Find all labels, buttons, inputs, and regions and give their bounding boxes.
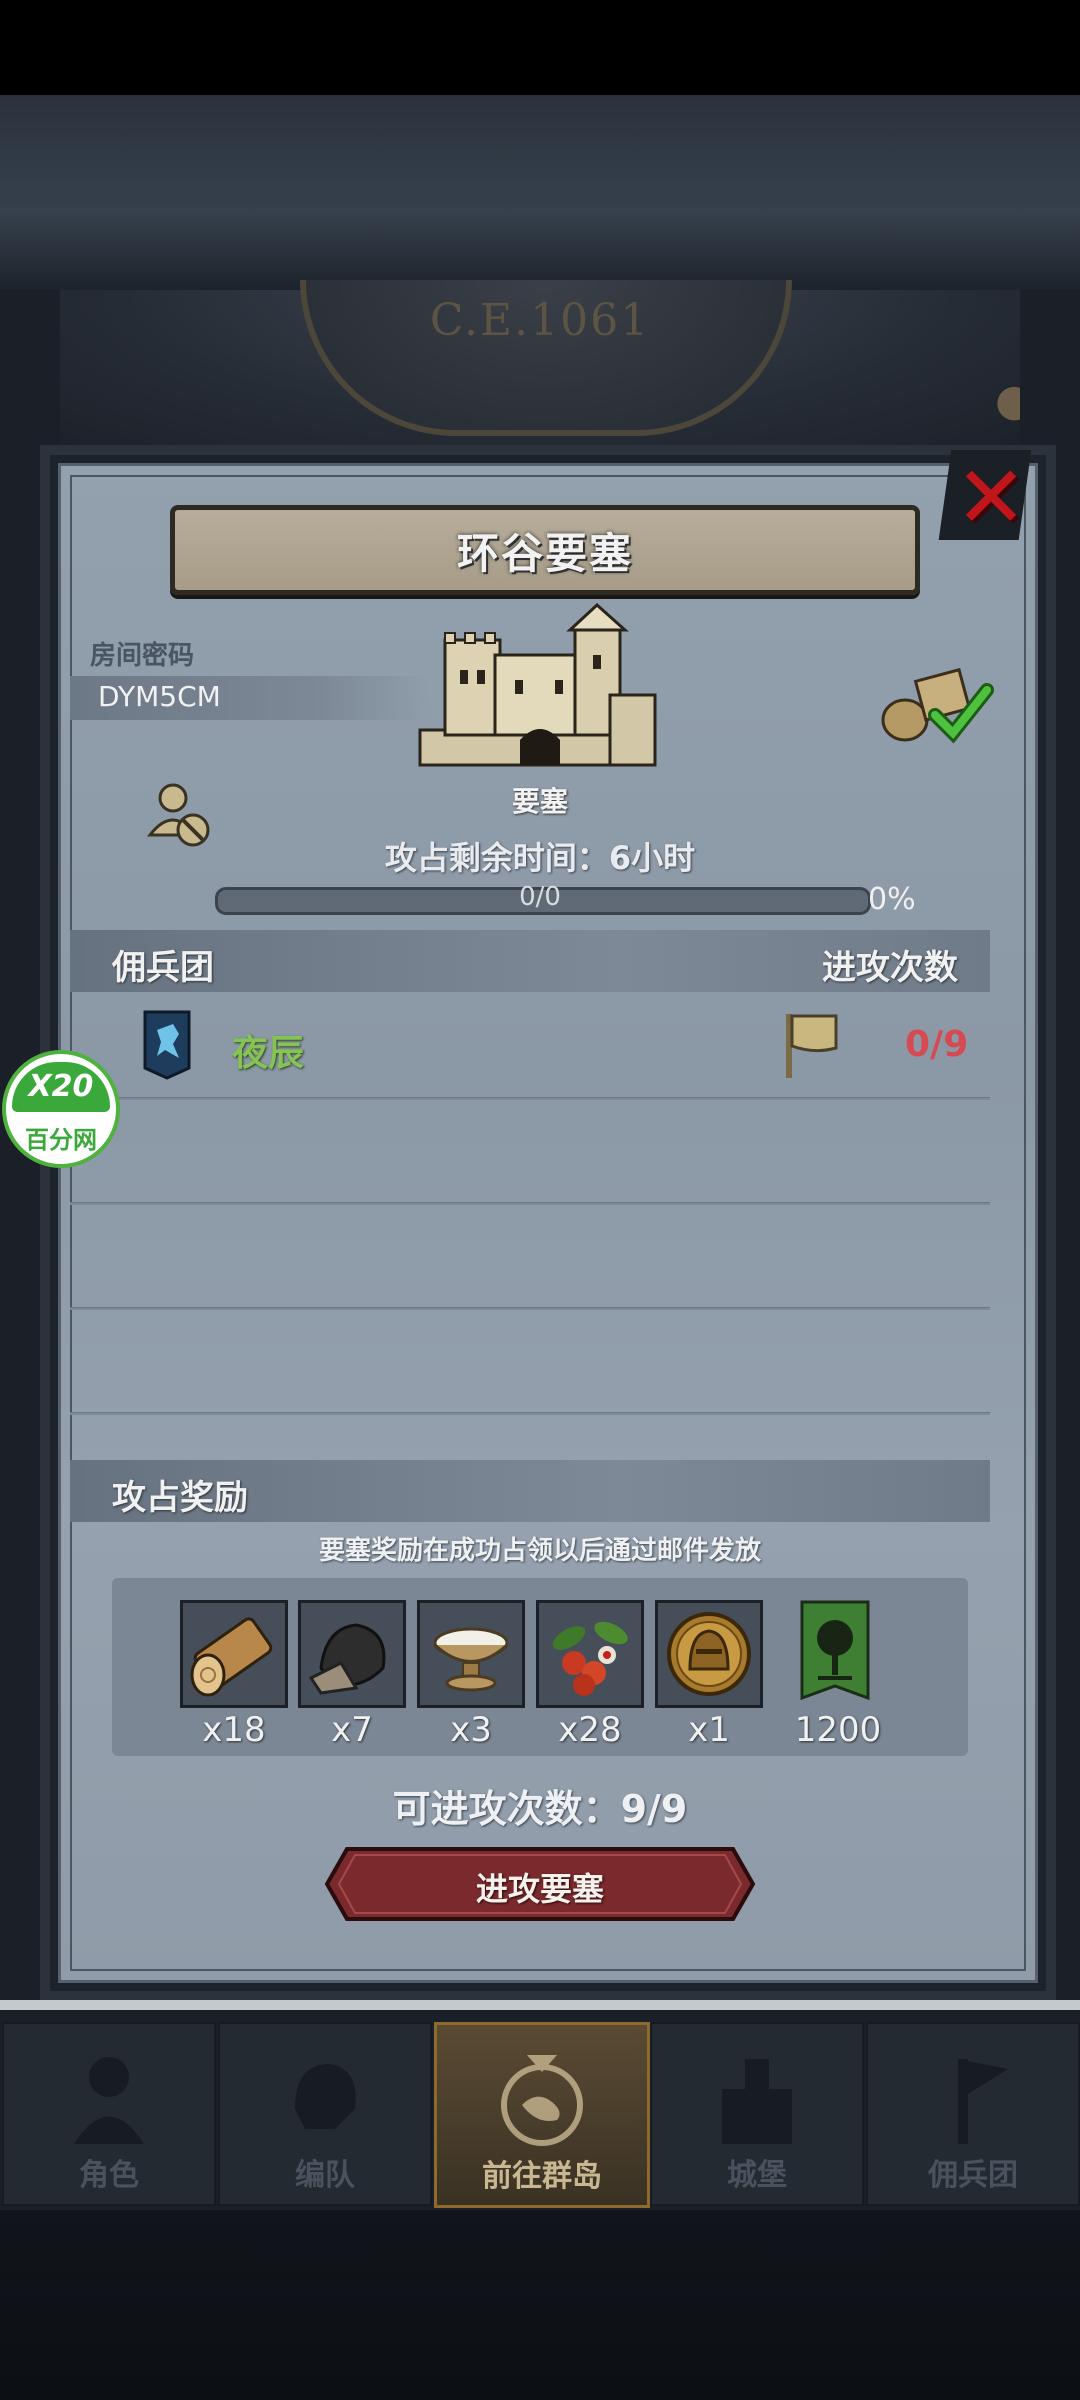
remaining-time: 攻占剩余时间：6小时: [384, 839, 696, 877]
reward-slot-helmet-coin[interactable]: [655, 1600, 763, 1708]
reward-qty: x1: [688, 1710, 730, 1750]
row-divider: [70, 1307, 990, 1310]
mercenary-name: 夜辰: [232, 1033, 305, 1074]
watermark-top: X20: [12, 1062, 110, 1112]
nav-label: 编队: [295, 2158, 355, 2193]
reward-slot-ore[interactable]: [298, 1600, 406, 1708]
row-divider: [70, 1097, 990, 1100]
berries-icon: [552, 1621, 628, 1696]
character-icon: [74, 2057, 144, 2144]
salt-bowl-icon: [433, 1627, 509, 1692]
nav-tab-character[interactable]: 角色: [2, 2022, 216, 2206]
castle-icon: [722, 2059, 792, 2144]
watermark-bottom: 百分网: [25, 1126, 97, 1154]
nav-tab-islands[interactable]: 前往群岛: [434, 2022, 650, 2208]
reward-note: 要塞奖励在成功占领以后通过邮件发放: [318, 1536, 761, 1566]
room-password-value: DYM5CM: [98, 680, 221, 713]
supplies-checked-icon: [881, 667, 994, 744]
attack-count-header: 进攻次数: [822, 948, 958, 988]
title-banner: 环谷要塞: [170, 505, 920, 595]
fortress-icon: [418, 602, 657, 767]
status-bar: [0, 0, 1080, 95]
reward-qty: x28: [558, 1710, 622, 1750]
nav-tab-castle[interactable]: 城堡: [650, 2022, 864, 2206]
ore-icon: [308, 1623, 386, 1695]
tree-banner-icon: [800, 1600, 870, 1701]
reward-slot-berries[interactable]: [536, 1600, 644, 1708]
formation-icon: [295, 2064, 356, 2129]
close-icon[interactable]: ✕: [955, 448, 1027, 548]
row-divider: [70, 1202, 990, 1205]
reward-section-title: 攻占奖励: [112, 1478, 248, 1518]
dialog-title: 环谷要塞: [456, 528, 633, 578]
watermark-logo: X20 百分网: [2, 1050, 120, 1168]
nav-label: 城堡: [727, 2158, 787, 2193]
nav-label: 角色: [79, 2158, 139, 2193]
wolf-shield-icon: [143, 1010, 191, 1080]
wood-log-icon: [190, 1617, 273, 1697]
mercenary-section-title: 佣兵团: [112, 948, 214, 988]
nav-tab-formation[interactable]: 编队: [218, 2022, 432, 2206]
nav-label: 佣兵团: [928, 2158, 1018, 2193]
room-password-label: 房间密码: [90, 641, 195, 671]
capture-progress-percent: 0%: [868, 882, 916, 917]
system-nav-area: [0, 2210, 1080, 2400]
reward-slot-salt[interactable]: [417, 1600, 525, 1708]
reward-qty: 1200: [794, 1710, 882, 1750]
capture-progress-text: 0/0: [519, 882, 561, 912]
row-divider: [70, 1412, 990, 1415]
nav-label: 前往群岛: [482, 2159, 602, 2194]
available-attacks: 可进攻次数：9/9: [392, 1787, 688, 1831]
background-band: [0, 95, 1080, 290]
reward-qty: x18: [202, 1710, 266, 1750]
year-label: C.E.1061: [429, 295, 651, 346]
mercenary-row[interactable]: [70, 1005, 990, 1095]
islands-icon: [501, 2055, 583, 2146]
reward-slot-banner[interactable]: [800, 1600, 870, 1705]
flag-icon: [786, 1014, 838, 1078]
mercenary-attack-count: 0/9: [905, 1024, 969, 1065]
reward-qty: x3: [450, 1710, 492, 1750]
attack-fortress-label: 进攻要塞: [475, 1870, 604, 1908]
helmet-coin-icon: [667, 1612, 751, 1696]
reward-qty: x7: [331, 1710, 373, 1750]
reward-slot-wood[interactable]: [180, 1600, 288, 1708]
mercenary-icon: [958, 2059, 1008, 2144]
nav-tab-mercenary[interactable]: 佣兵团: [866, 2022, 1080, 2206]
